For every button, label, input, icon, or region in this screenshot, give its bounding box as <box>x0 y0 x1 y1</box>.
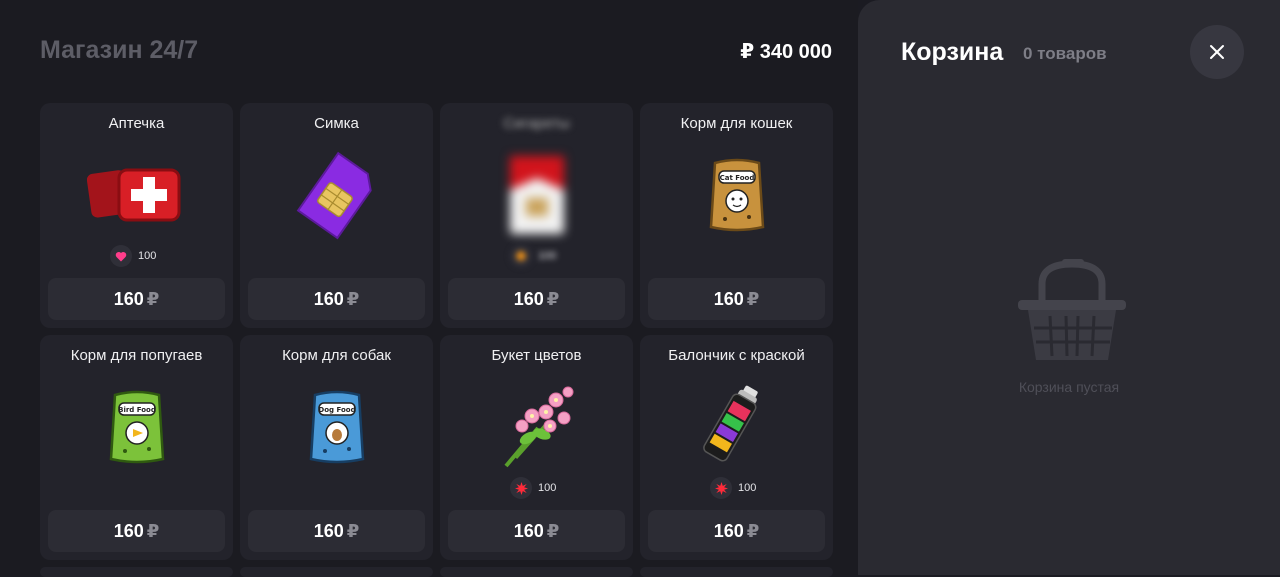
stat-icon <box>510 245 532 267</box>
cart-empty-text: Корзина пустая <box>1018 379 1120 395</box>
item-card-partial <box>240 567 433 577</box>
item-stat-value: 100 <box>738 482 757 494</box>
item-price: 160 <box>713 520 744 541</box>
item-price: 160 <box>313 288 344 309</box>
sim-card-icon <box>282 145 392 245</box>
price-button[interactable]: 160 ₽ <box>648 510 825 552</box>
price-button[interactable]: 160 ₽ <box>248 278 425 320</box>
item-card-cigarettes[interactable]: Сигареты 100 160 ₽ <box>440 103 633 328</box>
svg-text:Cat Food: Cat Food <box>719 174 754 182</box>
item-price: 160 <box>513 520 544 541</box>
cigarettes-icon <box>482 145 592 245</box>
dog-food-icon: Dog Food <box>282 377 392 477</box>
item-stat: 100 <box>110 245 156 267</box>
svg-text:Bird Food: Bird Food <box>118 406 156 414</box>
item-price: 160 <box>113 288 144 309</box>
item-price: 160 <box>113 520 144 541</box>
svg-text:Dog Food: Dog Food <box>318 406 355 414</box>
balance: ₽ 340 000 <box>740 41 832 63</box>
currency-label: ₽ <box>546 520 560 541</box>
item-name: Балончик с краской <box>668 347 805 364</box>
item-stat-value: 100 <box>138 250 157 262</box>
shop-panel: Магазин 24/7 ₽ 340 000 Аптечка 100 160 ₽… <box>0 0 858 577</box>
item-name: Корм для кошек <box>680 115 793 132</box>
item-card-partial <box>640 567 833 577</box>
close-button[interactable] <box>1190 25 1244 79</box>
basket-icon <box>1016 258 1128 367</box>
price-button[interactable]: 160 ₽ <box>648 278 825 320</box>
item-stat: 100 <box>510 477 556 499</box>
first-aid-kit-icon <box>82 145 192 245</box>
price-button[interactable]: 160 ₽ <box>448 510 625 552</box>
item-card-bouquet[interactable]: Букет цветов 100 160 ₽ <box>440 335 633 560</box>
currency-label: ₽ <box>746 520 760 541</box>
spray-can-icon <box>682 377 792 477</box>
item-stat: 100 <box>510 245 556 267</box>
item-card-dog-food[interactable]: Корм для собак Dog Food 160 ₽ <box>240 335 433 560</box>
item-card-sim[interactable]: Симка 160 ₽ <box>240 103 433 328</box>
burst-icon <box>710 477 732 499</box>
price-button[interactable]: 160 ₽ <box>448 278 625 320</box>
item-stat: 100 <box>710 477 756 499</box>
cart-title: Корзина <box>901 38 1004 66</box>
bird-food-icon: Bird Food <box>82 377 192 477</box>
item-card-spray-can[interactable]: Балончик с краской 100 160 ₽ <box>640 335 833 560</box>
shop-title: Магазин 24/7 <box>40 36 199 64</box>
currency-label: ₽ <box>146 520 160 541</box>
item-card-bird-food[interactable]: Корм для попугаев Bird Food 160 ₽ <box>40 335 233 560</box>
item-price: 160 <box>313 520 344 541</box>
item-card-cat-food[interactable]: Корм для кошек Cat Food 160 ₽ <box>640 103 833 328</box>
item-name: Букет цветов <box>491 347 582 364</box>
item-card-partial <box>40 567 233 577</box>
currency-label: ₽ <box>546 288 560 309</box>
flower-bouquet-icon <box>482 377 592 477</box>
currency-label: ₽ <box>346 288 360 309</box>
currency-label: ₽ <box>346 520 360 541</box>
item-stat-value: 100 <box>538 250 557 262</box>
close-icon <box>1210 45 1224 59</box>
item-name: Корм для попугаев <box>70 347 203 364</box>
item-name: Аптечка <box>108 115 165 132</box>
price-button[interactable]: 160 ₽ <box>48 278 225 320</box>
price-button[interactable]: 160 ₽ <box>248 510 425 552</box>
item-card-first-aid[interactable]: Аптечка 100 160 ₽ <box>40 103 233 328</box>
item-stat-value: 100 <box>538 482 557 494</box>
item-name: Корм для собак <box>282 347 391 364</box>
item-price: 160 <box>513 288 544 309</box>
cart-panel: Корзина 0 товаров Корзина пустая <box>858 0 1280 575</box>
cat-food-icon: Cat Food <box>682 145 792 245</box>
item-card-partial <box>440 567 633 577</box>
item-name: Сигареты <box>503 115 570 132</box>
item-name: Симка <box>314 115 359 132</box>
item-price: 160 <box>713 288 744 309</box>
currency-label: ₽ <box>746 288 760 309</box>
burst-icon <box>510 477 532 499</box>
heart-icon <box>110 245 132 267</box>
currency-label: ₽ <box>146 288 160 309</box>
cart-item-count: 0 товаров <box>1023 44 1107 63</box>
price-button[interactable]: 160 ₽ <box>48 510 225 552</box>
